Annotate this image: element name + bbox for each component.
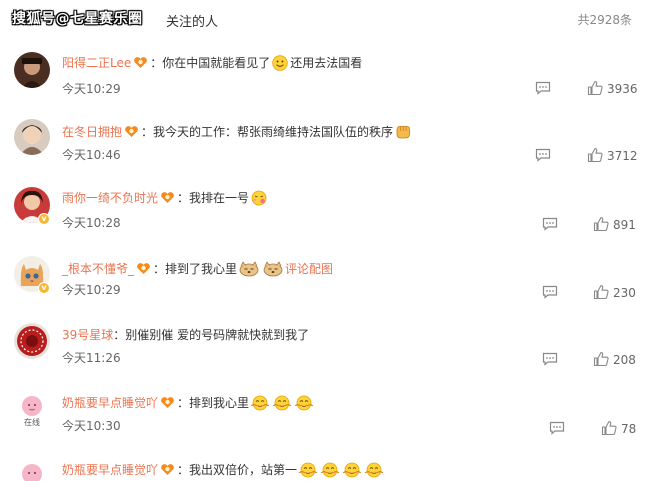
comments-header: 搜狐号@七星赛乐圈 关注的人 共2928条 — [0, 0, 646, 36]
verified-badge-icon: v — [38, 282, 50, 294]
username[interactable]: 在冬日拥抱 — [62, 125, 122, 139]
hug-emoji-icon — [342, 462, 362, 478]
thumb-up-icon — [593, 216, 609, 232]
comment-time: 今天10:28 — [62, 216, 121, 230]
comment-text: 我出双倍价，站第一 — [189, 463, 298, 477]
fan-medal-icon — [160, 463, 175, 476]
username[interactable]: 雨你一绮不负时光 — [62, 191, 158, 205]
thumb-up-icon — [587, 80, 603, 96]
hug-emoji-icon — [298, 462, 318, 478]
fan-medal-icon — [136, 262, 151, 275]
comment-item: v 雨你一绮不负时光 ：我排在一号 今天10:28 891 — [0, 183, 646, 249]
verified-badge-icon: v — [38, 213, 50, 225]
reply-icon[interactable] — [542, 352, 558, 366]
like-button[interactable]: 891 — [593, 216, 636, 232]
comment-item: 奶瓶要早点睡觉吖 ：我出双倍价，站第一 — [0, 456, 646, 481]
like-count: 3936 — [607, 82, 638, 96]
comment-time: 今天10:30 — [62, 419, 121, 433]
like-count: 78 — [621, 422, 637, 436]
comment-time: 今天11:26 — [62, 351, 121, 365]
fist-emoji-icon — [394, 124, 412, 140]
thumb-up-icon — [587, 147, 603, 163]
comment-count: 共2928条 — [577, 13, 632, 27]
like-count: 891 — [613, 218, 636, 232]
username[interactable]: _根本不懂爷_ — [62, 262, 134, 276]
avatar[interactable] — [14, 52, 50, 88]
hug-emoji-icon — [272, 395, 292, 411]
reply-icon[interactable] — [535, 81, 551, 95]
username[interactable]: 奶瓶要早点睡觉吖 — [62, 396, 158, 410]
like-count: 230 — [613, 286, 636, 300]
like-button[interactable]: 3936 — [587, 80, 638, 96]
avatar[interactable] — [14, 119, 50, 155]
avatar[interactable] — [14, 460, 50, 481]
tab-following[interactable]: 关注的人 — [166, 11, 218, 30]
thumb-up-icon — [601, 420, 617, 436]
like-button[interactable]: 78 — [601, 420, 636, 436]
comment-time: 今天10:46 — [62, 148, 121, 162]
kiss-emoji-icon — [250, 190, 268, 206]
comment-line: 奶瓶要早点睡觉吖 ：排到我心里 — [62, 394, 315, 411]
comment-text: 别催别催 爱的号码牌就快就到我了 — [125, 328, 310, 342]
comment-text: 还用去法国看 — [290, 56, 363, 70]
comment-text: 排到了我心里 — [165, 262, 238, 276]
comment-item: 在线 奶瓶要早点睡觉吖 ：排到我心里 今天10:30 78 — [0, 388, 646, 454]
thumb-up-icon — [593, 284, 609, 300]
comment-item: v _根本不懂爷_ ：排到了我心里 评论配图 今天10:29 230 — [0, 252, 646, 318]
comment-line: 雨你一绮不负时光 ：我排在一号 — [62, 189, 269, 206]
fan-medal-icon — [160, 396, 175, 409]
watermark: 搜狐号@七星赛乐圈 — [12, 11, 143, 27]
doge-emoji-icon — [238, 261, 260, 277]
reply-icon[interactable] — [535, 148, 551, 162]
username[interactable]: 奶瓶要早点睡觉吖 — [62, 463, 158, 477]
hug-emoji-icon — [294, 395, 314, 411]
avatar[interactable]: 在线 — [14, 392, 50, 428]
reply-icon[interactable] — [542, 217, 558, 231]
hug-emoji-icon — [250, 395, 270, 411]
thumb-up-icon — [593, 351, 609, 367]
avatar-caption: 在线 — [24, 418, 40, 427]
comment-item: 在冬日拥抱 ：我今天的工作：帮张雨绮维持法国队伍的秩序 今天10:46 3712 — [0, 115, 646, 181]
comment-text: 我今天的工作：帮张雨绮维持法国队伍的秩序 — [153, 125, 394, 139]
comment-line: 39号星球：别催别催 爱的号码牌就快就到我了 — [62, 328, 310, 342]
comment-line: 阳得二正Lee ：你在中国就能看见了 还用去法国看 — [62, 55, 363, 71]
username[interactable]: 阳得二正Lee — [62, 56, 131, 70]
comment-line: 在冬日拥抱 ：我今天的工作：帮张雨绮维持法国队伍的秩序 — [62, 123, 413, 140]
fan-medal-icon — [133, 56, 148, 69]
like-button[interactable]: 208 — [593, 351, 636, 367]
smile-emoji-icon — [271, 55, 289, 71]
comment-time: 今天10:29 — [62, 283, 121, 297]
hug-emoji-icon — [320, 462, 340, 478]
comment-time: 今天10:29 — [62, 82, 121, 96]
username[interactable]: 39号星球 — [62, 328, 113, 342]
comment-text: 排到我心里 — [189, 396, 250, 410]
like-count: 3712 — [607, 149, 638, 163]
comment-line: _根本不懂爷_ ：排到了我心里 评论配图 — [62, 261, 334, 277]
comment-item: 阳得二正Lee ：你在中国就能看见了 还用去法国看 今天10:29 3936 — [0, 48, 646, 114]
reply-icon[interactable] — [542, 285, 558, 299]
doge-emoji-icon — [262, 261, 284, 277]
hug-emoji-icon — [364, 462, 384, 478]
comment-text: 你在中国就能看见了 — [162, 56, 271, 70]
like-button[interactable]: 230 — [593, 284, 636, 300]
reply-icon[interactable] — [549, 421, 565, 435]
avatar[interactable] — [14, 323, 50, 359]
image-link[interactable]: 评论配图 — [285, 262, 333, 276]
fan-medal-icon — [160, 191, 175, 204]
comment-item: 39号星球：别催别催 爱的号码牌就快就到我了 今天11:26 208 — [0, 319, 646, 385]
comment-line: 奶瓶要早点睡觉吖 ：我出双倍价，站第一 — [62, 461, 385, 478]
like-button[interactable]: 3712 — [587, 147, 638, 163]
like-count: 208 — [613, 353, 636, 367]
fan-medal-icon — [124, 125, 139, 138]
comment-text: 我排在一号 — [189, 191, 250, 205]
